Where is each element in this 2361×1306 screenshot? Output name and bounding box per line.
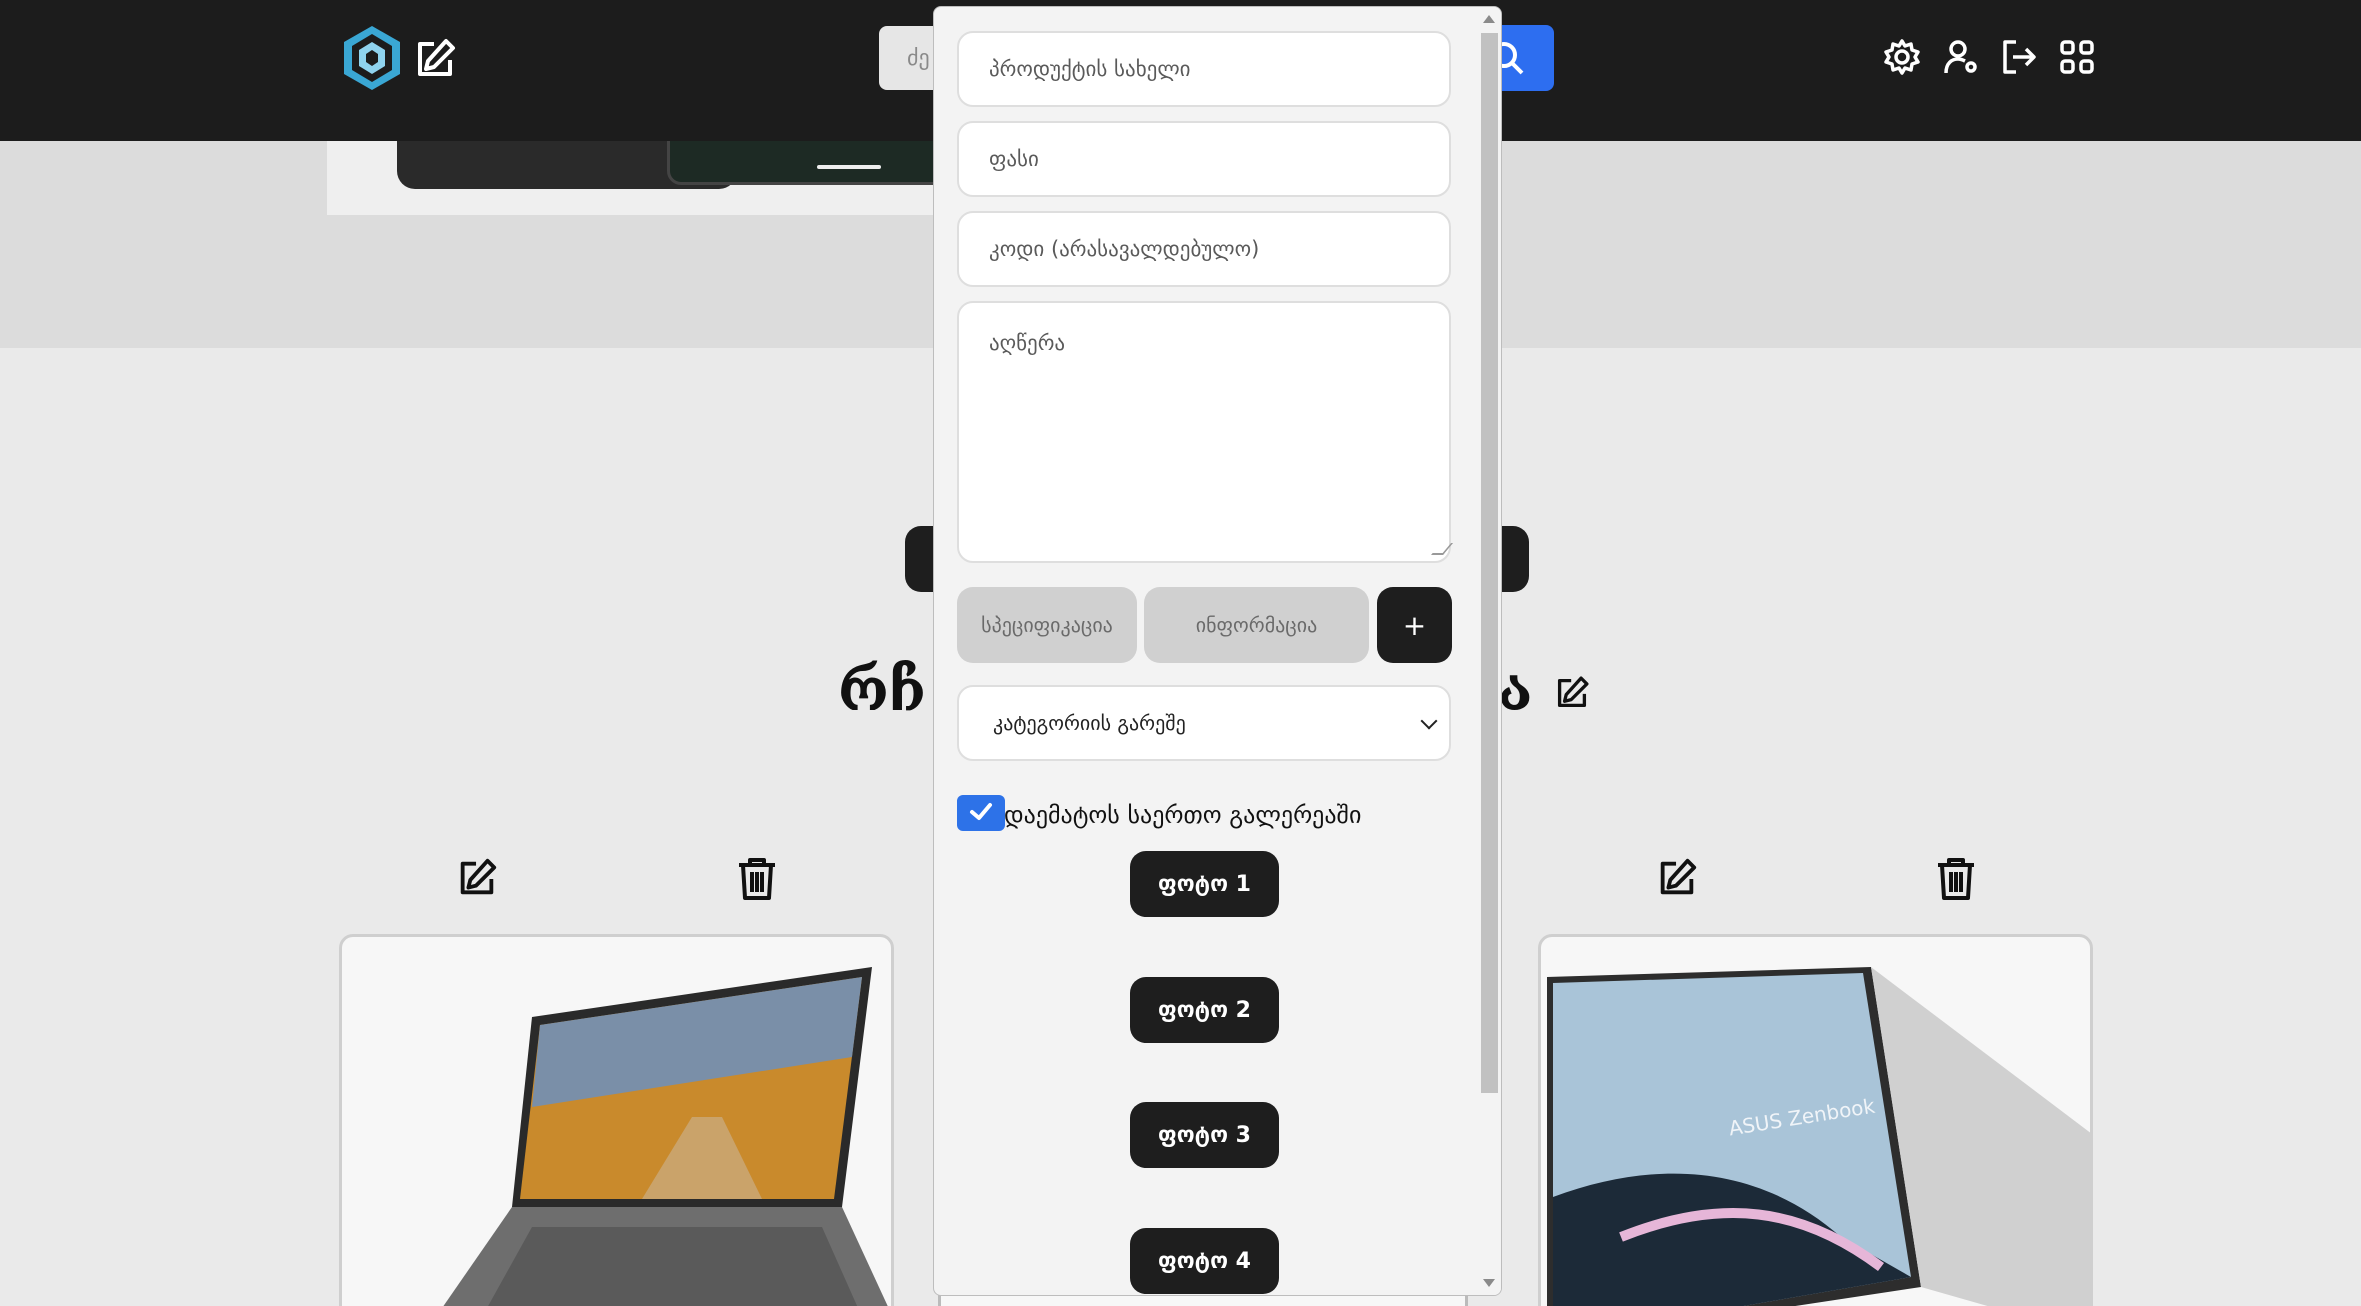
chevron-down-icon [1420, 712, 1438, 730]
trash-icon[interactable] [735, 856, 779, 902]
user-settings-icon[interactable] [1942, 38, 1980, 76]
edit-title-icon[interactable] [1553, 674, 1591, 712]
photo-4-button[interactable]: ფოტო 4 [1130, 1228, 1279, 1294]
category-select[interactable]: კატეგორიის გარეშე [957, 685, 1451, 761]
logout-icon[interactable] [2000, 38, 2038, 76]
edit-icon[interactable] [412, 36, 458, 82]
section-title: რჩ [838, 656, 926, 724]
specification-input[interactable]: სპეციფიკაცია [957, 587, 1137, 663]
gallery-checkbox-label: დაემატოს საერთო გალერეაში [1004, 801, 1362, 829]
laptop-image [443, 967, 888, 1306]
code-input[interactable]: კოდი (არასავალდებულო) [957, 211, 1451, 287]
photo-1-button[interactable]: ფოტო 1 [1130, 851, 1279, 917]
settings-icon[interactable] [1883, 38, 1921, 76]
scrollbar-thumb[interactable] [1481, 33, 1498, 1093]
section-title-end: ა [1498, 656, 1533, 724]
category-selected-value: კატეგორიის გარეშე [993, 711, 1186, 735]
description-placeholder: აღწერა [989, 331, 1066, 355]
price-input[interactable]: ფასი [957, 121, 1451, 197]
product-card[interactable] [339, 934, 894, 1306]
information-input[interactable]: ინფორმაცია [1144, 587, 1369, 663]
product-card[interactable]: ASUS Zenbook [1538, 934, 2093, 1306]
photo-3-button[interactable]: ფოტო 3 [1130, 1102, 1279, 1168]
edit-icon[interactable] [455, 856, 499, 902]
add-spec-button[interactable]: + [1377, 587, 1452, 663]
description-textarea[interactable]: აღწერა [957, 301, 1454, 563]
logo-icon[interactable] [340, 24, 404, 92]
apps-grid-icon[interactable] [2058, 38, 2096, 76]
banner-tablet-image [667, 141, 935, 185]
resize-handle-icon[interactable] [1431, 543, 1454, 555]
scroll-down-arrow-icon[interactable] [1483, 1279, 1495, 1287]
product-name-input[interactable]: პროდუქტის სახელი [957, 31, 1451, 107]
add-product-modal: პროდუქტის სახელი ფასი კოდი (არასავალდებუ… [933, 6, 1502, 1296]
banner-slider-image[interactable] [327, 141, 935, 215]
photo-2-button[interactable]: ფოტო 2 [1130, 977, 1279, 1043]
slider-indicator[interactable] [817, 165, 881, 169]
scroll-up-arrow-icon[interactable] [1483, 15, 1495, 23]
gallery-checkbox[interactable] [957, 795, 1005, 831]
checkmark-icon [970, 803, 992, 820]
trash-icon[interactable] [1934, 856, 1978, 902]
edit-icon[interactable] [1655, 856, 1699, 902]
